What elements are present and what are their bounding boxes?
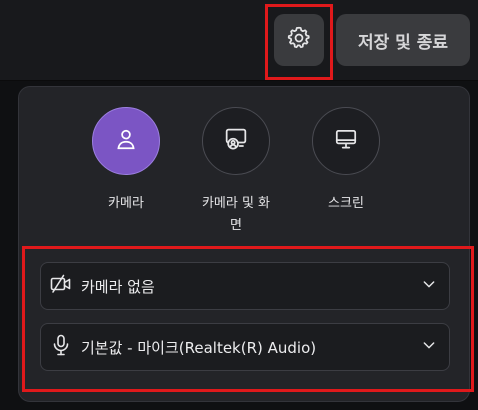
source-option-camera[interactable]: 카메라 xyxy=(66,107,186,215)
chevron-down-icon xyxy=(421,337,437,357)
settings-button[interactable] xyxy=(274,14,324,66)
source-option-label: 카메라 xyxy=(108,196,144,211)
camera-select[interactable]: 카메라 없음 xyxy=(40,262,450,310)
recording-settings-panel: 카메라 카메라 및 화면 스크린 카메라 없음 기본값 - 마이크(Realte… xyxy=(18,86,470,402)
source-option-circle[interactable] xyxy=(92,107,160,175)
source-option-label: 스크린 xyxy=(328,196,364,211)
microphone-select[interactable]: 기본값 - 마이크(Realtek(R) Audio) xyxy=(40,323,450,371)
source-option-camera-and-screen[interactable]: 카메라 및 화면 xyxy=(176,107,296,237)
source-option-circle[interactable] xyxy=(202,107,270,175)
camera-select-value: 카메라 없음 xyxy=(81,277,155,296)
screen-with-person-icon xyxy=(222,125,250,157)
monitor-icon xyxy=(333,126,359,156)
microphone-icon xyxy=(49,333,73,361)
chevron-down-icon xyxy=(421,276,437,296)
save-and-exit-button[interactable]: 저장 및 종료 xyxy=(336,14,470,66)
person-icon xyxy=(113,126,139,156)
camera-off-icon xyxy=(49,272,73,300)
source-option-circle[interactable] xyxy=(312,107,380,175)
gear-icon xyxy=(286,25,312,55)
source-option-label: 카메라 및 화면 xyxy=(201,196,271,233)
top-bar: 저장 및 종료 xyxy=(0,0,478,81)
microphone-select-value: 기본값 - 마이크(Realtek(R) Audio) xyxy=(81,338,317,357)
source-option-screen[interactable]: 스크린 xyxy=(286,107,406,215)
